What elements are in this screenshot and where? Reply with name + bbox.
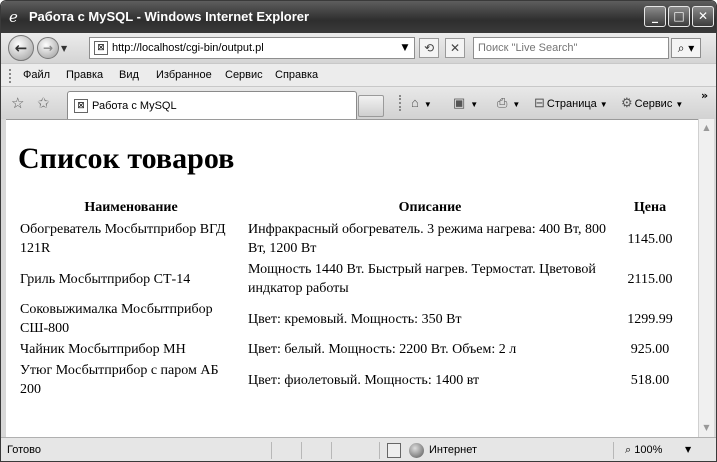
rss-icon: ▣ <box>453 95 466 110</box>
menu-help[interactable]: Справка <box>275 69 318 81</box>
print-button[interactable]: ⎙ ▼ <box>497 95 520 111</box>
page-menu-icon: ⊟ <box>534 95 545 110</box>
home-icon: ⌂ <box>411 95 419 110</box>
cell-price: 1145.00 <box>627 231 673 247</box>
zoom-dropdown-icon[interactable]: ▼ <box>685 445 691 454</box>
cell-description: Мощность 1440 Вт. Быстрый нагрев. Термос… <box>248 262 596 296</box>
feeds-button[interactable]: ▣ ▼ <box>453 95 478 111</box>
cell-name: Чайник Мосбытприбор МН <box>20 342 186 357</box>
globe-icon <box>409 443 424 458</box>
back-button[interactable]: ← <box>8 35 34 61</box>
cell-price: 1299.99 <box>627 311 673 327</box>
toolbar-grip[interactable] <box>9 69 11 83</box>
title-bar[interactable]: e Работа с MySQL - Windows Internet Expl… <box>1 1 716 33</box>
vertical-scrollbar[interactable]: ▲ ▼ <box>698 119 714 437</box>
search-button[interactable]: ⌕ ▾ <box>671 38 701 58</box>
cell-name: Гриль Мосбытприбор СТ-14 <box>20 271 191 287</box>
maximize-button[interactable]: □ <box>668 6 690 27</box>
magnifier-icon: ⌕ <box>625 444 632 456</box>
recent-pages-dropdown-icon[interactable]: ▼ <box>61 44 67 53</box>
table-row: Гриль Мосбытприбор СТ-14 Мощность 1440 В… <box>17 259 685 299</box>
chevron-more-icon[interactable]: » <box>701 89 708 102</box>
table-row: Обогреватель Мосбытприбор ВГД 121R Инфра… <box>17 219 685 259</box>
menu-edit[interactable]: Правка <box>66 69 103 81</box>
add-favorites-icon[interactable]: ✩ <box>37 94 50 112</box>
status-divider <box>613 442 614 459</box>
address-field[interactable]: ⊠ http://localhost/cgi-bin/output.pl ▼ <box>89 37 415 59</box>
header-price: Цена <box>633 200 667 215</box>
cell-price: 2115.00 <box>627 271 673 287</box>
status-divider <box>331 442 332 459</box>
status-divider <box>271 442 272 459</box>
scroll-down-icon[interactable]: ▼ <box>699 421 714 435</box>
refresh-button[interactable]: ⟲ <box>419 38 439 58</box>
status-text: Готово <box>7 444 41 456</box>
address-toolbar: ← → ▼ ⊠ http://localhost/cgi-bin/output.… <box>1 33 716 63</box>
scroll-up-icon[interactable]: ▲ <box>699 121 714 135</box>
search-input[interactable] <box>474 38 668 58</box>
page-menu-button[interactable]: ⊟ Страница ▼ <box>534 95 608 111</box>
protected-mode-icon[interactable] <box>387 443 401 458</box>
zoom-level[interactable]: ⌕ 100% <box>625 444 662 457</box>
gear-icon: ⚙ <box>621 95 633 110</box>
page-icon: ⊠ <box>94 41 108 55</box>
cell-price: 518.00 <box>630 372 670 388</box>
printer-icon: ⎙ <box>497 95 508 110</box>
status-bar: Готово Интернет ⌕ 100% ▼ <box>1 437 716 461</box>
header-description: Описание <box>398 200 462 215</box>
tab-bar: ☆ ✩ ⊠ Работа с MySQL ⌂ ▼ ▣ ▼ ⎙ ▼ ⊟ Страница ▼… <box>1 87 716 119</box>
forward-button[interactable]: → <box>37 37 59 59</box>
table-row: Чайник Мосбытприбор МН Цвет: белый. Мощн… <box>17 339 685 360</box>
status-divider <box>379 442 380 459</box>
address-dropdown-icon[interactable]: ▼ <box>398 40 412 56</box>
cell-description: Инфракрасный обогреватель. 3 режима нагр… <box>248 222 607 256</box>
menu-tools[interactable]: Сервис <box>225 69 263 81</box>
search-field[interactable] <box>473 37 669 59</box>
table-row: Утюг Мосбытприбор с паром АБ 200 Цвет: ф… <box>17 360 685 400</box>
cell-description: Цвет: фиолетовый. Мощность: 1400 вт <box>248 372 480 388</box>
toolbar-grip[interactable] <box>399 95 401 111</box>
page-content: Список товаров Наименование Описание Цен… <box>6 119 698 437</box>
security-zone[interactable]: Интернет <box>429 444 477 456</box>
page-icon: ⊠ <box>74 99 88 113</box>
close-button[interactable]: ✕ <box>692 6 714 27</box>
menu-bar: Файл Правка Вид Избранное Сервис Справка <box>1 63 716 87</box>
status-divider <box>301 442 302 459</box>
window-title: Работа с MySQL - Windows Internet Explor… <box>29 9 310 24</box>
address-url[interactable]: http://localhost/cgi-bin/output.pl <box>112 42 264 54</box>
page-title: Список товаров <box>18 142 235 175</box>
tab-label: Работа с MySQL <box>92 100 177 112</box>
menu-file[interactable]: Файл <box>23 69 50 81</box>
tab-mysql[interactable]: ⊠ Работа с MySQL <box>67 91 357 119</box>
cell-price: 925.00 <box>630 342 670 357</box>
ie-logo-icon: e <box>9 8 18 26</box>
stop-button[interactable]: ✕ <box>445 38 465 58</box>
menu-favorites[interactable]: Избранное <box>156 69 212 81</box>
minimize-button[interactable]: _ <box>644 6 666 27</box>
menu-view[interactable]: Вид <box>119 69 139 81</box>
cell-name: Утюг Мосбытприбор с паром АБ 200 <box>20 363 219 397</box>
table-header-row: Наименование Описание Цена <box>17 197 685 219</box>
new-tab-button[interactable] <box>358 95 384 117</box>
favorites-star-icon[interactable]: ☆ <box>11 94 24 112</box>
browser-window: e Работа с MySQL - Windows Internet Expl… <box>0 0 717 462</box>
home-button[interactable]: ⌂ ▼ <box>411 95 432 110</box>
tools-menu-button[interactable]: ⚙ Сервис ▼ <box>621 95 683 111</box>
header-name: Наименование <box>84 200 178 215</box>
cell-name: Обогреватель Мосбытприбор ВГД 121R <box>20 222 226 256</box>
cell-description: Цвет: белый. Мощность: 2200 Вт. Объем: 2… <box>248 342 517 357</box>
cell-description: Цвет: кремовый. Мощность: 350 Вт <box>248 311 462 327</box>
cell-name: Соковыжималка Мосбытприбор СШ-800 <box>20 302 213 336</box>
magnifier-icon: ⌕ <box>677 41 685 55</box>
products-table: Наименование Описание Цена Обогреватель … <box>17 197 685 400</box>
table-row: Соковыжималка Мосбытприбор СШ-800 Цвет: … <box>17 299 685 339</box>
